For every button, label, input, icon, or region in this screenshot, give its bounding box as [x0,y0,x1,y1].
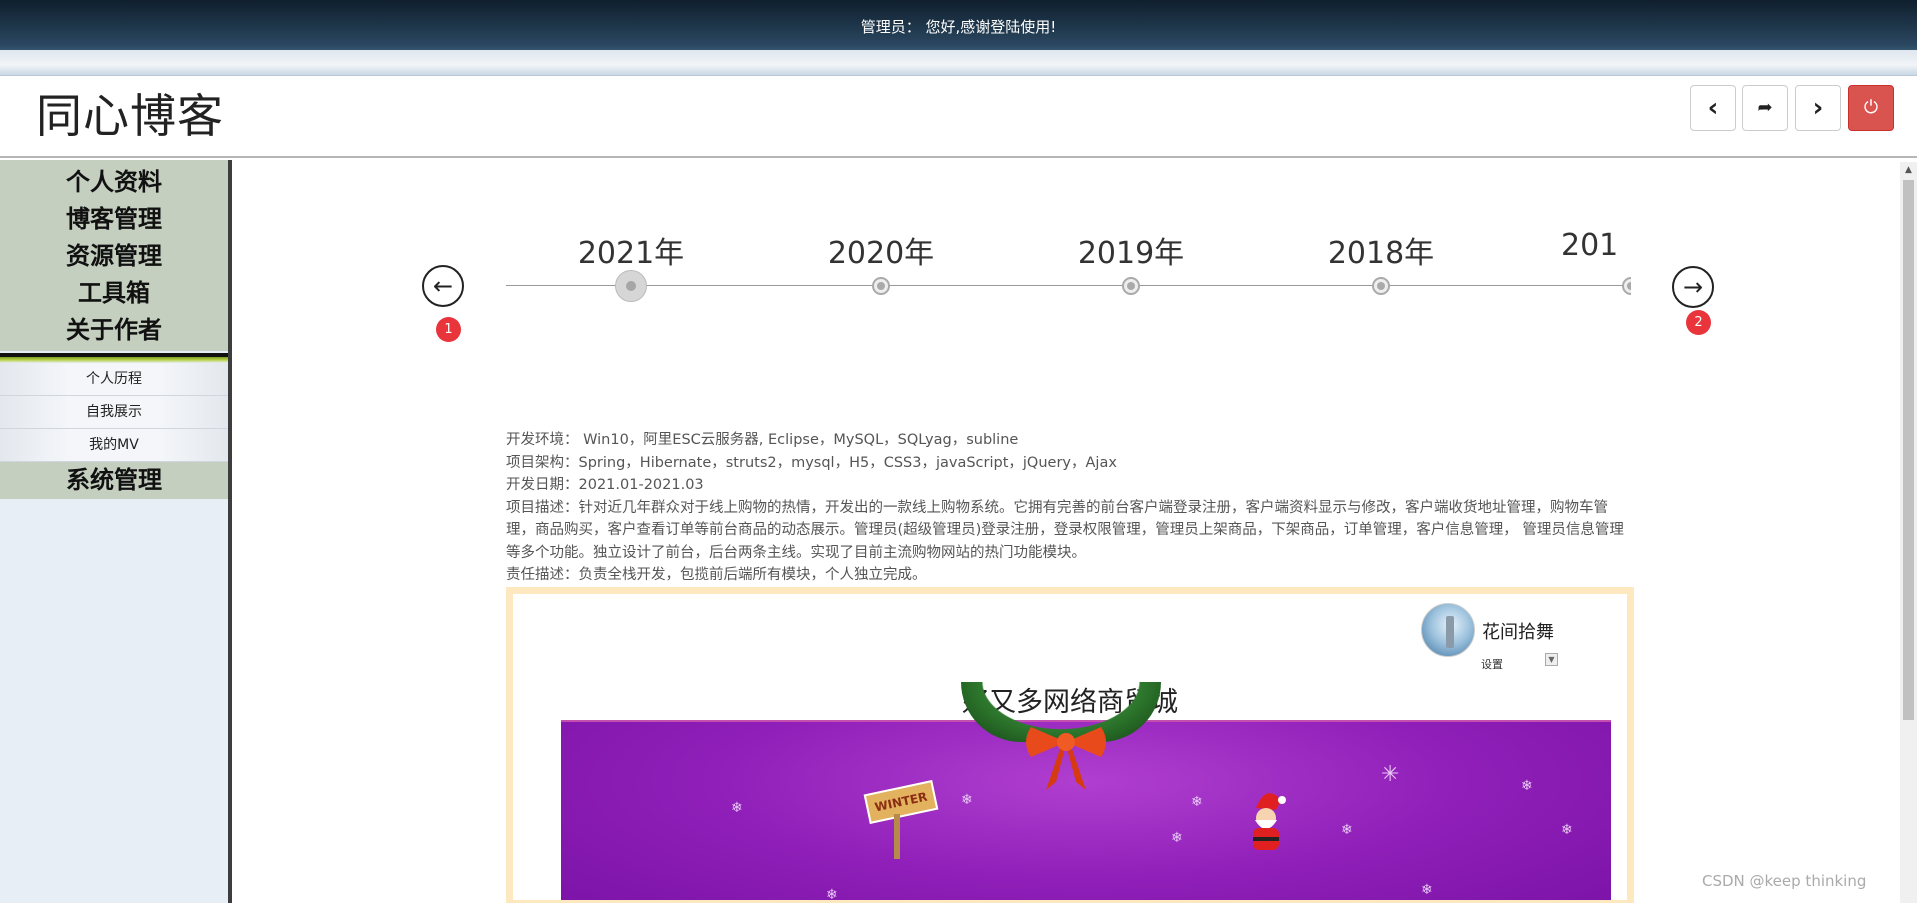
system-menu: 系统管理 [0,462,228,499]
dev-environment: 开发环境： Win10，阿里ESC云服务器, Eclipse，MySQL，SQL… [506,432,1019,448]
project-description: 开发环境： Win10，阿里ESC云服务器, Eclipse，MySQL，SQL… [506,429,1634,587]
timeline: 2021年 2020年 2019年 2018年 201 [506,212,1631,302]
timeline-prev-button[interactable]: ← [422,265,464,307]
timeline-line [506,285,1631,286]
snowflake-icon: ❄ [1341,822,1353,838]
site-header: 同心博客 ‹ ➦ › ⏻ [0,76,1917,158]
bow-decoration [1026,727,1106,790]
arrow-left-icon: ← [432,272,454,300]
preview-username: 花间拾舞 [1482,622,1554,643]
chevron-right-icon: › [1812,93,1824,123]
submenu-item-mv[interactable]: 我的MV [0,429,228,462]
winter-sign: WINTER [863,780,939,824]
admin-greeting: 管理员： 您好,感谢登陆使用! [860,18,1057,36]
timeline-dot[interactable] [1622,277,1631,295]
share-button[interactable]: ➦ [1742,85,1788,131]
snowflake-icon: ✳ [1381,762,1400,787]
watermark: CSDN @keep thinking [1702,872,1867,890]
scroll-thumb[interactable] [1903,180,1914,720]
timeline-dot[interactable] [872,277,890,295]
sub-bar [0,50,1917,76]
project-summary: 项目描述：针对近几年群众对于线上购物的热情，开发出的一款线上购物系统。它拥有完善… [506,499,1624,561]
scroll-up-icon[interactable]: ▲ [1903,165,1914,177]
main-content: ← 1 2021年 2020年 2019年 2018年 201 → 2 开发环境… [236,162,1917,903]
menu-item-system-manage[interactable]: 系统管理 [0,462,228,499]
forward-button[interactable]: › [1795,85,1841,131]
snowflake-icon: ❄ [1421,882,1433,898]
menu-item-profile[interactable]: 个人资料 [0,164,228,201]
submenu-item-showcase[interactable]: 自我展示 [0,396,228,429]
snowflake-icon: ❄ [731,800,743,816]
top-admin-bar: 管理员： 您好,感谢登陆使用! [0,0,1917,50]
timeline-dot-active[interactable] [615,270,647,302]
about-submenu: 个人历程 自我展示 我的MV [0,363,228,462]
timeline-dot[interactable] [1372,277,1390,295]
menu-item-toolbox[interactable]: 工具箱 [0,275,228,312]
snowflake-icon: ❄ [1521,778,1533,794]
logout-button[interactable]: ⏻ [1848,85,1894,131]
snowflake-icon: ❄ [826,887,838,900]
avatar [1421,603,1475,657]
project-architecture: 项目架构：Spring，Hibernate，struts2，mysql，H5，C… [506,454,1117,471]
back-button[interactable]: ‹ [1690,85,1736,131]
project-preview: 花间拾舞 设置 ▼ 好又多网络商贸城 WINTER [506,587,1634,903]
snowflake-icon: ❄ [1561,822,1573,838]
prev-badge: 1 [436,317,461,342]
timeline-year[interactable]: 2019年 [1041,228,1221,272]
timeline-year[interactable]: 2021年 [541,228,721,272]
preview-settings-label: 设置 [1481,658,1503,671]
menu-item-about-author[interactable]: 关于作者 [0,312,228,349]
chevron-down-icon: ▼ [1545,653,1558,666]
content-scrollbar[interactable]: ▲ [1900,162,1917,903]
menu-divider [0,353,228,363]
menu-item-blog-manage[interactable]: 博客管理 [0,201,228,238]
power-icon: ⏻ [1863,97,1879,118]
snowflake-icon: ❄ [1171,830,1183,846]
timeline-year[interactable]: 2020年 [791,228,971,272]
responsibility: 责任描述：负责全栈开发，包揽前后端所有模块，个人独立完成。 [506,567,927,583]
snowflake-icon: ❄ [1191,794,1203,810]
chevron-left-icon: ‹ [1707,93,1719,123]
sign-post [894,814,900,859]
santa-decoration [1253,793,1286,850]
main-menu: 个人资料 博客管理 资源管理 工具箱 关于作者 [0,160,228,351]
menu-item-resource-manage[interactable]: 资源管理 [0,238,228,275]
share-arrow-icon: ➦ [1757,97,1773,118]
christmas-banner: WINTER ❄ ❄ ❄ ❄ ❄ ✳ ❄ ❄ ❄ ❄ [561,682,1611,900]
submenu-item-history[interactable]: 个人历程 [0,363,228,396]
timeline-dot[interactable] [1122,277,1140,295]
timeline-year[interactable]: 2018年 [1291,228,1471,272]
sidebar: 个人资料 博客管理 资源管理 工具箱 关于作者 个人历程 自我展示 我的MV 系… [0,160,232,903]
arrow-right-icon: → [1682,273,1704,301]
next-badge: 2 [1686,310,1711,335]
site-title: 同心博客 [36,89,224,143]
preview-screenshot: 花间拾舞 设置 ▼ 好又多网络商贸城 WINTER [513,594,1627,900]
snowflake-icon: ❄ [961,792,973,808]
dev-date: 开发日期：2021.01-2021.03 [506,477,704,493]
timeline-year[interactable]: 201 [1541,228,1631,263]
timeline-area: ← 1 2021年 2020年 2019年 2018年 201 → 2 开发环境… [236,162,1900,903]
timeline-next-button[interactable]: → [1672,266,1714,308]
